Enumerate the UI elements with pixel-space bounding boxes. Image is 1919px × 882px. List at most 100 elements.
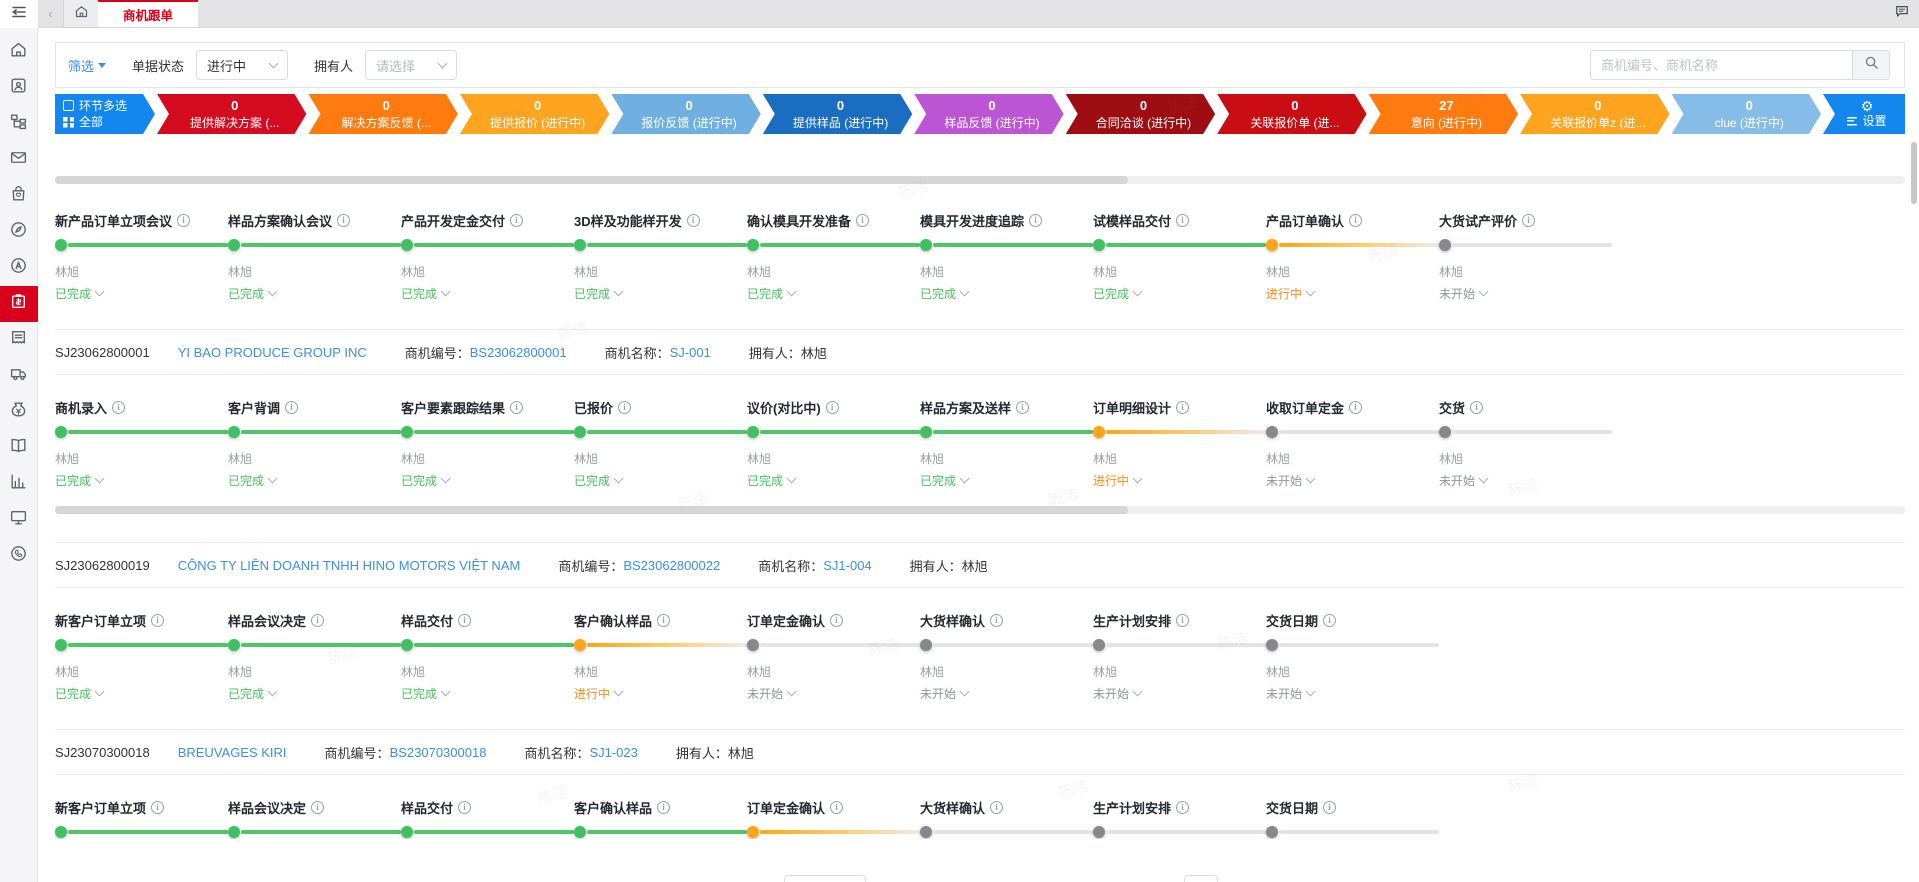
info-icon[interactable]: i bbox=[1349, 401, 1362, 414]
info-icon[interactable]: i bbox=[510, 214, 523, 227]
filter-toggle[interactable]: 筛选 bbox=[68, 56, 106, 75]
info-icon[interactable]: i bbox=[311, 614, 324, 627]
sidebar-item-bar-chart[interactable] bbox=[0, 466, 38, 502]
sidebar-item-mail[interactable] bbox=[0, 142, 38, 178]
info-icon[interactable]: i bbox=[1323, 614, 1336, 627]
info-icon[interactable]: i bbox=[151, 801, 164, 814]
sidebar-item-contacts[interactable] bbox=[0, 70, 38, 106]
stage-segment-4[interactable]: 0 提供样品 (进行中) bbox=[763, 94, 912, 134]
sidebar-item-shopping-bag[interactable] bbox=[0, 178, 38, 214]
sidebar-item-org-tree[interactable] bbox=[0, 106, 38, 142]
info-icon[interactable]: i bbox=[311, 801, 324, 814]
stage-status-dropdown[interactable]: 已完成 bbox=[1093, 285, 1141, 301]
info-icon[interactable]: i bbox=[1522, 214, 1535, 227]
stage-status-dropdown[interactable]: 已完成 bbox=[55, 472, 103, 488]
stage-status-dropdown[interactable]: 进行中 bbox=[1266, 285, 1314, 301]
stage-status-dropdown[interactable]: 未开始 bbox=[1266, 472, 1314, 488]
info-icon[interactable]: i bbox=[112, 401, 125, 414]
name-link[interactable]: SJ1-004 bbox=[823, 558, 871, 573]
stage-status-dropdown[interactable]: 未开始 bbox=[1439, 472, 1487, 488]
stage-status-dropdown[interactable]: 未开始 bbox=[1266, 685, 1314, 701]
sidebar-item-phone[interactable] bbox=[0, 538, 38, 574]
stage-status-dropdown[interactable]: 已完成 bbox=[920, 472, 968, 488]
info-icon[interactable]: i bbox=[1176, 801, 1189, 814]
collapse-sidebar-button[interactable] bbox=[0, 0, 38, 28]
info-icon[interactable]: i bbox=[830, 614, 843, 627]
stage-segment-5[interactable]: 0 样品反馈 (进行中) bbox=[914, 94, 1063, 134]
page-size-select[interactable]: 20 条/页 bbox=[784, 875, 866, 882]
sidebar-item-monitor[interactable] bbox=[0, 502, 38, 538]
goto-page-input[interactable] bbox=[1184, 875, 1218, 882]
stage-segment-10[interactable]: 0 clue (进行中) bbox=[1672, 94, 1821, 134]
info-icon[interactable]: i bbox=[1029, 214, 1042, 227]
stage-status-dropdown[interactable]: 已完成 bbox=[228, 472, 276, 488]
sidebar-item-business[interactable] bbox=[0, 286, 38, 322]
stage-status-dropdown[interactable]: 已完成 bbox=[574, 285, 622, 301]
tab-business-followup[interactable]: 商机跟单 bbox=[98, 0, 198, 27]
stage-status-dropdown[interactable]: 进行中 bbox=[574, 685, 622, 701]
stage-status-dropdown[interactable]: 已完成 bbox=[747, 472, 795, 488]
code-link[interactable]: BS23062800001 bbox=[470, 345, 567, 360]
stage-settings-button[interactable]: ⚙ 设置 bbox=[1823, 94, 1905, 134]
info-icon[interactable]: i bbox=[1176, 214, 1189, 227]
home-tab-button[interactable] bbox=[64, 0, 98, 27]
info-icon[interactable]: i bbox=[990, 614, 1003, 627]
stage-segment-0[interactable]: 0 提供解决方案 (... bbox=[157, 94, 306, 134]
sidebar-item-home[interactable] bbox=[0, 34, 38, 70]
stage-status-dropdown[interactable]: 进行中 bbox=[1093, 472, 1141, 488]
doc-status-select[interactable]: 进行中 bbox=[196, 50, 288, 80]
info-icon[interactable]: i bbox=[618, 401, 631, 414]
sidebar-item-circle-a[interactable] bbox=[0, 250, 38, 286]
stage-status-dropdown[interactable]: 未开始 bbox=[747, 685, 795, 701]
info-icon[interactable]: i bbox=[657, 614, 670, 627]
info-icon[interactable]: i bbox=[1349, 214, 1362, 227]
stage-status-dropdown[interactable]: 已完成 bbox=[401, 472, 449, 488]
tab-options-button[interactable] bbox=[1885, 0, 1919, 27]
info-icon[interactable]: i bbox=[990, 801, 1003, 814]
info-icon[interactable]: i bbox=[1016, 401, 1029, 414]
stage-segment-3[interactable]: 0 报价反馈 (进行中) bbox=[611, 94, 760, 134]
stage-status-dropdown[interactable]: 已完成 bbox=[55, 285, 103, 301]
stage-status-dropdown[interactable]: 已完成 bbox=[228, 285, 276, 301]
back-button[interactable]: ‹ bbox=[38, 0, 64, 27]
stage-status-dropdown[interactable]: 已完成 bbox=[401, 685, 449, 701]
info-icon[interactable]: i bbox=[830, 801, 843, 814]
info-icon[interactable]: i bbox=[1323, 801, 1336, 814]
name-link[interactable]: SJ-001 bbox=[670, 345, 711, 360]
info-icon[interactable]: i bbox=[510, 401, 523, 414]
info-icon[interactable]: i bbox=[687, 214, 700, 227]
vertical-scrollbar-thumb[interactable] bbox=[1911, 142, 1917, 204]
scrollbar-thumb[interactable] bbox=[55, 176, 1128, 184]
sidebar-item-truck[interactable] bbox=[0, 358, 38, 394]
sidebar-item-book[interactable] bbox=[0, 430, 38, 466]
stage-segment-1[interactable]: 0 解决方案反馈 (... bbox=[308, 94, 457, 134]
company-link[interactable]: YI BAO PRODUCE GROUP INC bbox=[178, 345, 367, 360]
sidebar-item-invoice[interactable] bbox=[0, 322, 38, 358]
stage-status-dropdown[interactable]: 未开始 bbox=[1439, 285, 1487, 301]
info-icon[interactable]: i bbox=[458, 801, 471, 814]
info-icon[interactable]: i bbox=[151, 614, 164, 627]
stage-segment-7[interactable]: 0 关联报价单 (进... bbox=[1217, 94, 1366, 134]
stage-segment-multiselect[interactable]: 环节多选 全部 bbox=[55, 94, 155, 134]
multiselect-checkbox[interactable] bbox=[63, 100, 74, 111]
search-button[interactable] bbox=[1852, 50, 1890, 80]
stage-status-dropdown[interactable]: 已完成 bbox=[747, 285, 795, 301]
info-icon[interactable]: i bbox=[458, 614, 471, 627]
stage-segment-9[interactable]: 0 关联报价单z (进... bbox=[1520, 94, 1669, 134]
code-link[interactable]: BS23070300018 bbox=[390, 745, 487, 760]
sidebar-item-money-bag[interactable] bbox=[0, 394, 38, 430]
info-icon[interactable]: i bbox=[337, 214, 350, 227]
stage-segment-2[interactable]: 0 提供报价 (进行中) bbox=[460, 94, 609, 134]
company-link[interactable]: BREUVAGES KIRI bbox=[178, 745, 287, 760]
info-icon[interactable]: i bbox=[1176, 401, 1189, 414]
company-link[interactable]: CÔNG TY LIÊN DOANH TNHH HINO MOTORS VIỆT… bbox=[178, 558, 521, 573]
info-icon[interactable]: i bbox=[177, 214, 190, 227]
name-link[interactable]: SJ1-023 bbox=[589, 745, 637, 760]
info-icon[interactable]: i bbox=[1470, 401, 1483, 414]
stage-status-dropdown[interactable]: 未开始 bbox=[920, 685, 968, 701]
info-icon[interactable]: i bbox=[1176, 614, 1189, 627]
info-icon[interactable]: i bbox=[657, 801, 670, 814]
stage-status-dropdown[interactable]: 已完成 bbox=[574, 472, 622, 488]
stage-status-dropdown[interactable]: 未开始 bbox=[1093, 685, 1141, 701]
info-icon[interactable]: i bbox=[856, 214, 869, 227]
